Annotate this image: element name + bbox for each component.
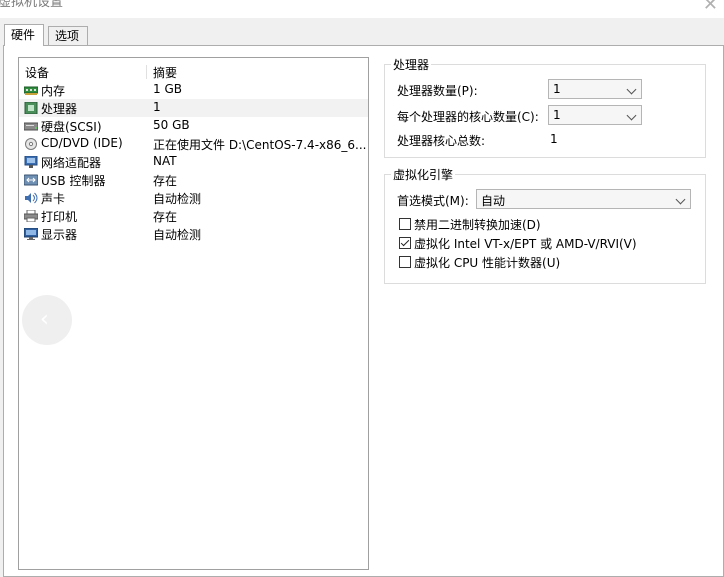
- device-row-cd-dvd[interactable]: CD/DVD (IDE) 正在使用文件 D:\CentOS-7.4-x86_6.…: [19, 135, 368, 153]
- virtualization-engine-group: 虚拟化引擎 首选模式(M): 自动 禁用二进制转换加速(D) 虚拟化 Intel…: [384, 166, 706, 284]
- chevron-left-icon: ‹: [40, 307, 49, 332]
- chevron-down-icon: [626, 84, 637, 95]
- virtualize-cpu-counters-checkbox[interactable]: [399, 256, 411, 268]
- virtualize-intel-vtx-label[interactable]: 虚拟化 Intel VT-x/EPT 或 AMD-V/RVI(V): [414, 235, 637, 252]
- preferred-mode-label: 首选模式(M):: [397, 194, 469, 208]
- device-name: CD/DVD (IDE): [41, 136, 123, 150]
- cd-dvd-icon: [24, 138, 38, 150]
- chevron-down-icon: [626, 110, 637, 121]
- device-row-usb-controller[interactable]: USB 控制器 存在: [19, 171, 368, 189]
- select-value: 1: [553, 82, 561, 96]
- close-icon[interactable]: ✕: [703, 0, 718, 15]
- back-button[interactable]: ‹: [22, 295, 72, 345]
- device-name: 打印机: [41, 210, 78, 224]
- device-summary: 自动检测: [153, 228, 202, 242]
- total-cores-value: 1: [550, 132, 558, 146]
- device-row-display[interactable]: 显示器 自动检测: [19, 225, 368, 243]
- column-separator[interactable]: [146, 65, 147, 79]
- chevron-down-icon: [675, 194, 686, 205]
- preferred-mode-select[interactable]: 自动: [476, 189, 691, 209]
- device-name: 网络适配器: [41, 156, 102, 170]
- tab-options[interactable]: 选项: [48, 26, 88, 45]
- device-summary: 自动检测: [153, 192, 202, 206]
- virtualize-intel-vtx-checkbox[interactable]: [399, 237, 411, 249]
- device-row-memory[interactable]: 内存 1 GB: [19, 81, 368, 99]
- device-summary: 1 GB: [153, 82, 182, 96]
- group-title: 处理器: [391, 56, 432, 73]
- sound-card-icon: [24, 192, 38, 204]
- select-value: 1: [553, 108, 561, 122]
- select-value: 自动: [481, 194, 506, 208]
- processor-count-select[interactable]: 1: [548, 79, 642, 99]
- disable-binary-translation-checkbox[interactable]: [399, 218, 411, 230]
- device-summary: 存在: [153, 174, 178, 188]
- device-summary: 1: [153, 100, 161, 114]
- column-header-summary[interactable]: 摘要: [153, 64, 177, 81]
- cores-per-processor-select[interactable]: 1: [548, 105, 642, 125]
- device-row-network-adapter[interactable]: 网络适配器 NAT: [19, 153, 368, 171]
- device-summary: NAT: [153, 154, 177, 168]
- display-icon: [23, 227, 39, 240]
- device-summary: 存在: [153, 210, 178, 224]
- disable-binary-translation-label[interactable]: 禁用二进制转换加速(D): [414, 216, 541, 233]
- device-row-hard-disk[interactable]: 硬盘(SCSI) 50 GB: [19, 117, 368, 135]
- device-row-processor[interactable]: 处理器 1: [19, 99, 368, 117]
- processor-group: 处理器 处理器数量(P): 1 每个处理器的核心数量(C): 1 处理器核心总数…: [384, 56, 706, 158]
- title-bar: 虚拟机设置 ✕: [0, 0, 724, 18]
- tab-hardware[interactable]: 硬件: [4, 24, 44, 46]
- device-row-sound-card[interactable]: 声卡 自动检测: [19, 189, 368, 207]
- device-name: 内存: [41, 84, 66, 98]
- processor-icon: [24, 101, 38, 115]
- printer-icon: [23, 209, 39, 223]
- hard-disk-icon: [23, 120, 39, 132]
- usb-controller-icon: [23, 174, 39, 186]
- device-row-printer[interactable]: 打印机 存在: [19, 207, 368, 225]
- virtualize-cpu-counters-label[interactable]: 虚拟化 CPU 性能计数器(U): [414, 254, 560, 271]
- memory-icon: [23, 84, 39, 96]
- processor-count-label: 处理器数量(P):: [397, 84, 478, 98]
- network-adapter-icon: [24, 155, 38, 168]
- device-name: USB 控制器: [41, 174, 106, 188]
- device-list-header: 设备 摘要: [19, 63, 368, 81]
- window-title: 虚拟机设置: [0, 0, 64, 10]
- device-summary: 正在使用文件 D:\CentOS-7.4-x86_6...: [153, 138, 367, 152]
- device-name: 声卡: [41, 192, 66, 206]
- cores-per-processor-label: 每个处理器的核心数量(C):: [397, 110, 539, 124]
- device-summary: 50 GB: [153, 118, 190, 132]
- column-header-device[interactable]: 设备: [25, 64, 49, 81]
- device-name: 处理器: [41, 102, 78, 116]
- device-name: 显示器: [41, 228, 78, 242]
- group-title: 虚拟化引擎: [391, 166, 456, 183]
- total-cores-label: 处理器核心总数:: [397, 134, 486, 148]
- device-name: 硬盘(SCSI): [41, 120, 102, 134]
